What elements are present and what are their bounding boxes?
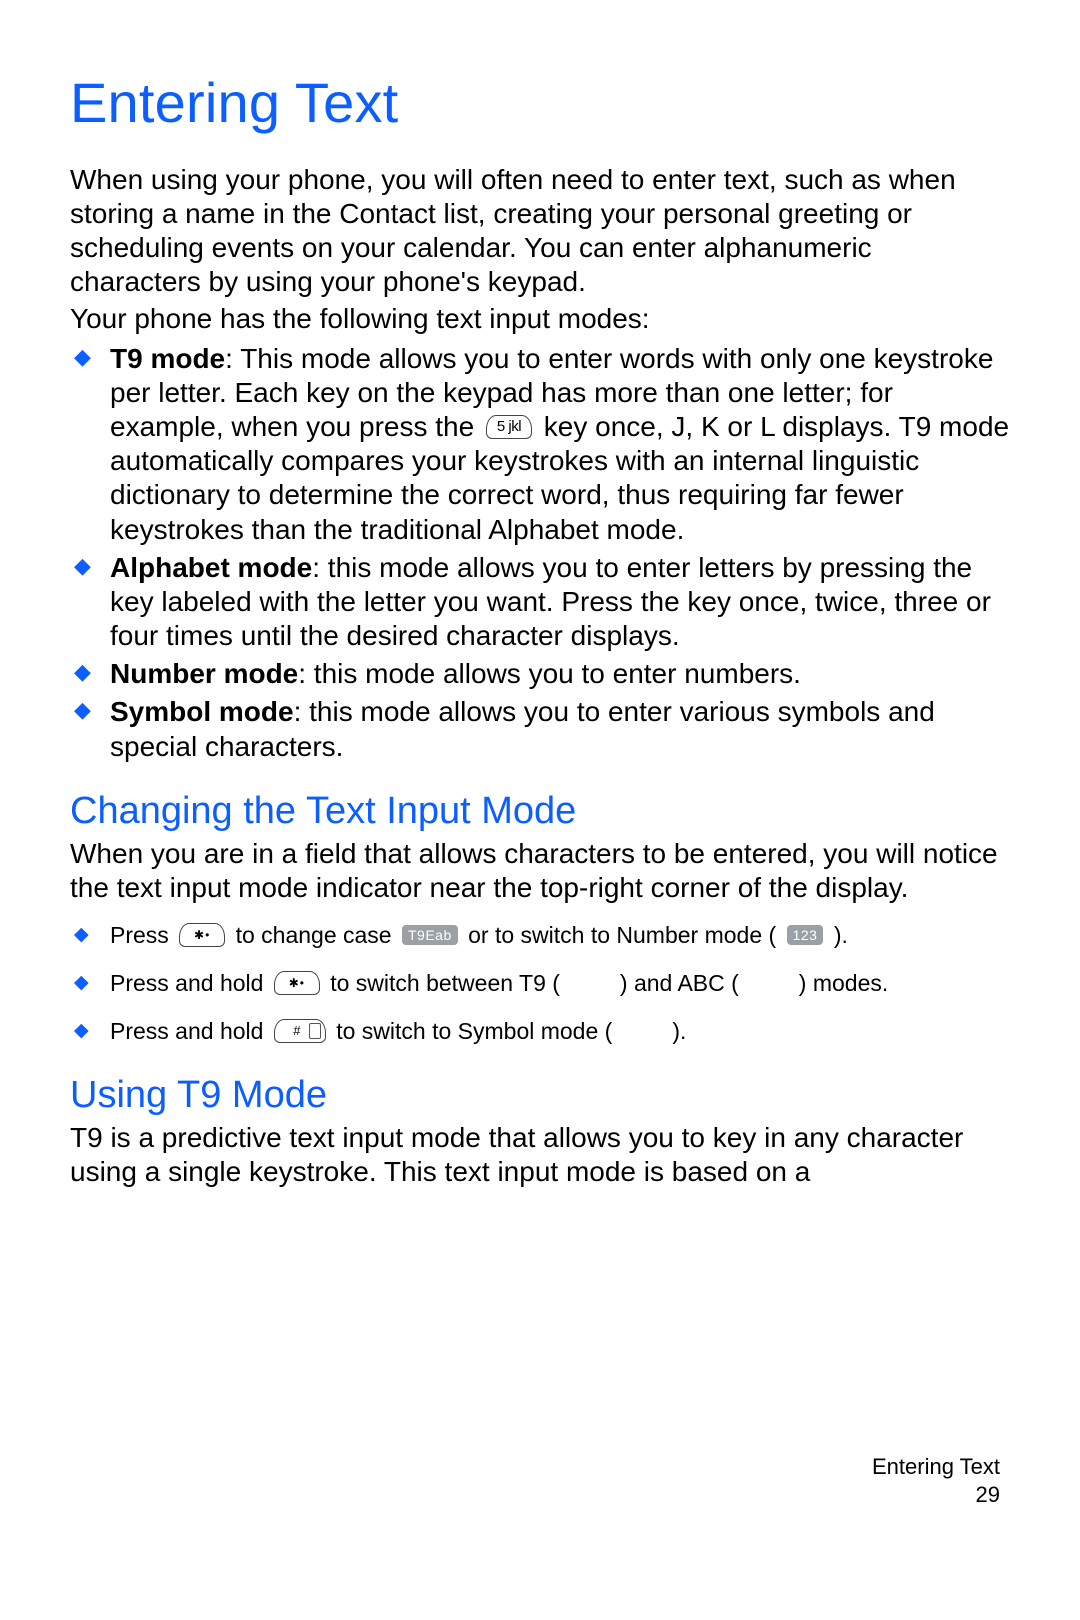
step-text: to change case [229, 922, 398, 948]
section-heading-using-t9: Using T9 Mode [70, 1074, 1010, 1117]
modes-list: T9 mode: This mode allows you to enter w… [70, 342, 1010, 764]
step-text: to switch to Symbol mode ( [330, 1018, 613, 1044]
footer-page-number: 29 [872, 1481, 1000, 1510]
change-mode-steps: Press to change case T9Eab or to switch … [70, 919, 1010, 1048]
step-text: ) modes. [799, 970, 888, 996]
footer-title: Entering Text [872, 1453, 1000, 1482]
list-item: T9 mode: This mode allows you to enter w… [70, 342, 1010, 547]
list-item: Number mode: this mode allows you to ent… [70, 657, 1010, 691]
mode-label-symbol: Symbol mode [110, 696, 294, 727]
step-text: ). [672, 1018, 686, 1044]
step-text: Press [110, 922, 175, 948]
section-heading-change-mode: Changing the Text Input Mode [70, 790, 1010, 833]
step-text: ) and ABC ( [620, 970, 739, 996]
list-item: Press and hold to switch between T9 ( ) a… [70, 967, 1010, 999]
list-item: Alphabet mode: this mode allows you to e… [70, 551, 1010, 653]
step-text: Press and hold [110, 970, 270, 996]
list-item: Press and hold to switch to Symbol mode … [70, 1015, 1010, 1047]
badge-123-icon: 123 [787, 925, 824, 945]
mode-label-alphabet: Alphabet mode [110, 552, 312, 583]
step-text: to switch between T9 ( [324, 970, 560, 996]
intro-paragraph-2: Your phone has the following text input … [70, 302, 1010, 336]
step-text: Press and hold [110, 1018, 270, 1044]
list-item: Symbol mode: this mode allows you to ent… [70, 695, 1010, 763]
key-star-icon [274, 971, 320, 995]
key-hash-icon [274, 1019, 326, 1043]
mode-label-number: Number mode [110, 658, 298, 689]
mode-label-t9: T9 mode [110, 343, 225, 374]
list-item: Press to change case T9Eab or to switch … [70, 919, 1010, 951]
t9-intro: T9 is a predictive text input mode that … [70, 1121, 1010, 1189]
change-mode-intro: When you are in a field that allows char… [70, 837, 1010, 905]
page-footer: Entering Text 29 [872, 1453, 1000, 1510]
mode-text-number: : this mode allows you to enter numbers. [298, 658, 801, 689]
page-title: Entering Text [70, 70, 1010, 135]
intro-paragraph-1: When using your phone, you will often ne… [70, 163, 1010, 300]
step-text: or to switch to Number mode ( [462, 922, 783, 948]
badge-case-icon: T9Eab [402, 925, 458, 945]
key-star-icon [179, 923, 225, 947]
key-5-icon [486, 415, 532, 439]
step-text: ). [827, 922, 847, 948]
